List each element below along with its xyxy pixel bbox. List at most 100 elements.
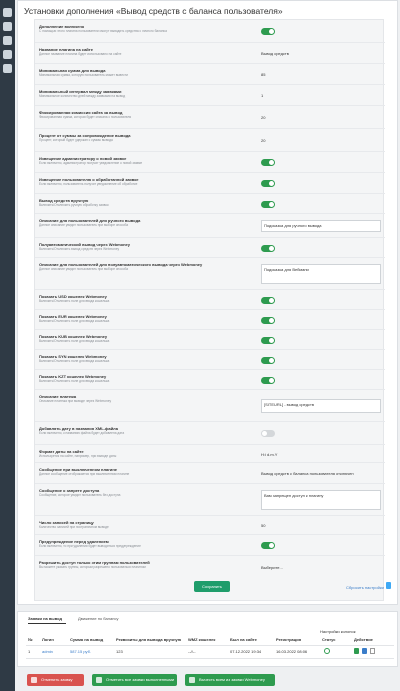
column-header: Действие [354, 637, 373, 642]
setting-input[interactable]: Выберите... [261, 565, 283, 570]
setting-description: Включить/Отключить вывод средств через W… [39, 247, 120, 251]
help-icon[interactable] [386, 582, 391, 589]
setting-description: Минимальное количество дней между заявка… [39, 94, 126, 98]
user-login-link[interactable]: admin [42, 649, 53, 654]
table-divider [26, 645, 394, 646]
setting-toggle[interactable] [261, 337, 275, 344]
table-cell: 123 [116, 649, 123, 654]
table-cell: --//-- [188, 649, 196, 654]
setting-input[interactable]: 1 [261, 93, 263, 98]
save-button[interactable]: Сохранить [194, 581, 230, 592]
settings-row: Минимальная сумма для вывода Минимальная … [35, 63, 385, 84]
settings-row: Полуавтоматический вывод через Webmoney В… [35, 237, 385, 257]
setting-description: Включить/Отключить поле для ввода кошель… [39, 379, 110, 383]
setting-toggle[interactable] [261, 317, 275, 324]
deduct-webmoney-button[interactable]: Вычесть всем из заявки Webmoney [185, 674, 275, 686]
settings-row: Сообщение о запрете доступа Сообщение, ко… [35, 483, 385, 515]
setting-description: Включить/Отключить поле для ввода кошель… [39, 319, 110, 323]
settings-row: Разрешить доступ только этим группам пол… [35, 555, 385, 577]
setting-textarea[interactable]: [SITEURL] - вывод средств [261, 399, 381, 413]
setting-description: С помощью этого плагина пользователи смо… [39, 29, 167, 33]
setting-description: Включить/Отключить поле для ввода кошель… [39, 359, 110, 363]
deduct-webmoney-label: Вычесть всем из заявки Webmoney [199, 677, 265, 682]
setting-toggle[interactable] [261, 542, 275, 549]
setting-description: Если включено, к названию файла будет до… [39, 431, 125, 435]
setting-description: Включить/Отключить поле для ввода кошель… [39, 299, 110, 303]
settings-row: Минимальный интервал между заявками Миним… [35, 84, 385, 105]
tab-requests[interactable]: Заявки на вывод [28, 616, 62, 621]
setting-toggle[interactable] [261, 297, 275, 304]
setting-description: Используется на сайте, например, при выв… [39, 454, 117, 458]
reset-settings-link[interactable]: Сбросить настройки [346, 585, 384, 590]
tab-balance-movement[interactable]: Движение по балансу [78, 616, 118, 621]
status-icon [324, 648, 330, 654]
column-header: Сумма на вывод [70, 637, 104, 642]
settings-row: Показать USD кошелек Webmoney Включить/От… [35, 289, 385, 309]
settings-row: Описание для пользователей для полуавтом… [35, 257, 385, 289]
settings-row: Процент от суммы за сопровождение вывода… [35, 128, 385, 151]
table-cell: 587.15 руб. [70, 649, 91, 654]
card-icon[interactable] [3, 36, 12, 45]
calendar-icon[interactable] [3, 64, 12, 73]
setting-description: Данное описание увидит пользователь при … [39, 223, 128, 227]
column-header: WMZ кошелек [188, 637, 216, 642]
setting-toggle[interactable] [261, 28, 275, 35]
cancel-icon [31, 677, 37, 683]
file-icon[interactable] [3, 8, 12, 17]
settings-row: Извещение пользователю о обработанной за… [35, 172, 385, 193]
settings-row: Вывод средств вручную Включить/Отключить … [35, 193, 385, 213]
select-checkbox[interactable] [370, 648, 375, 654]
settings-row: Показать KUB кошелек Webmoney Включить/От… [35, 329, 385, 349]
setting-description: Процент, который будет удержан с суммы в… [39, 138, 113, 142]
setting-input[interactable]: Вывод средств [261, 51, 289, 56]
setting-toggle[interactable] [261, 377, 275, 384]
setting-input[interactable]: Вывод средств с баланса пользователя отк… [261, 471, 354, 476]
setting-description: Данное сообщение отображается при выключ… [39, 472, 130, 476]
column-header: Логин [42, 637, 54, 642]
settings-row: Описание платежа Описание платежа при выв… [35, 389, 385, 421]
setting-textarea[interactable]: Подсказка для Вебмани [261, 264, 381, 284]
setting-description: Данное название плагина будет использова… [39, 52, 122, 56]
setting-input[interactable]: 85 [261, 72, 265, 77]
settings-row: Формат даты на сайте Используется на сайт… [35, 444, 385, 462]
setting-toggle[interactable] [261, 245, 275, 252]
setting-input[interactable]: 50 [261, 523, 265, 528]
settings-row: Название плагина на сайте Данное название… [35, 42, 385, 63]
setting-description: Включить/Отключить ручную обработку заяв… [39, 203, 109, 207]
setting-textarea[interactable]: Подсказка для ручного вывода [261, 220, 381, 232]
user-icon[interactable] [3, 22, 12, 31]
setting-input[interactable]: 20 [261, 138, 265, 143]
settings-form: Дополнение включено С помощью этого плаги… [34, 19, 385, 601]
setting-description: Количество записей при постраничном выво… [39, 525, 109, 529]
setting-toggle[interactable] [261, 357, 275, 364]
setting-description: Если включено, администратор получит уве… [39, 161, 143, 165]
setting-textarea[interactable]: Вам запрещен доступ к плагину [261, 490, 381, 510]
settings-row: Число записей на страницу Количество запи… [35, 515, 385, 534]
left-sidebar [0, 0, 15, 691]
requests-panel: Заявки на вывод Движение по балансу Наст… [17, 611, 398, 667]
table-divider [26, 658, 394, 659]
settings-row: Сообщение при выключенном плагине Данное … [35, 462, 385, 483]
setting-toggle[interactable] [261, 430, 275, 437]
setting-description: Минимальная сумма, которую пользователь … [39, 73, 128, 77]
mark-all-done-button[interactable]: Отметить все заявки выполненными [92, 674, 177, 686]
setting-input[interactable]: H:i d.m.Y [261, 452, 277, 457]
mark-all-done-label: Отметить все заявки выполненными [106, 677, 175, 682]
wrench-icon[interactable] [3, 50, 12, 59]
settings-row: Показать KZT кошелек Webmoney Включить/От… [35, 369, 385, 389]
table-cell: 1 [28, 649, 31, 654]
setting-description: Фиксированная сумма, которая будет списа… [39, 115, 132, 119]
settings-row: Показать EUR кошелек Webmoney Включить/От… [35, 309, 385, 329]
approve-icon[interactable] [354, 648, 359, 654]
settings-row: Описание для пользователей для ручного в… [35, 213, 385, 237]
settings-row: Дополнение включено С помощью этого плаги… [35, 20, 385, 42]
setting-toggle[interactable] [261, 201, 275, 208]
cancel-request-button[interactable]: Отменить заявку [27, 674, 84, 686]
setting-toggle[interactable] [261, 159, 275, 166]
setting-toggle[interactable] [261, 180, 275, 187]
settings-row: Добавлять дату в названия XML-файла Если … [35, 421, 385, 444]
column-settings-button[interactable]: Настройки колонок [320, 629, 355, 634]
setting-input[interactable]: 20 [261, 115, 265, 120]
edit-icon[interactable] [362, 648, 367, 654]
main-content: Установки дополнения «Вывод средств с ба… [15, 0, 400, 691]
